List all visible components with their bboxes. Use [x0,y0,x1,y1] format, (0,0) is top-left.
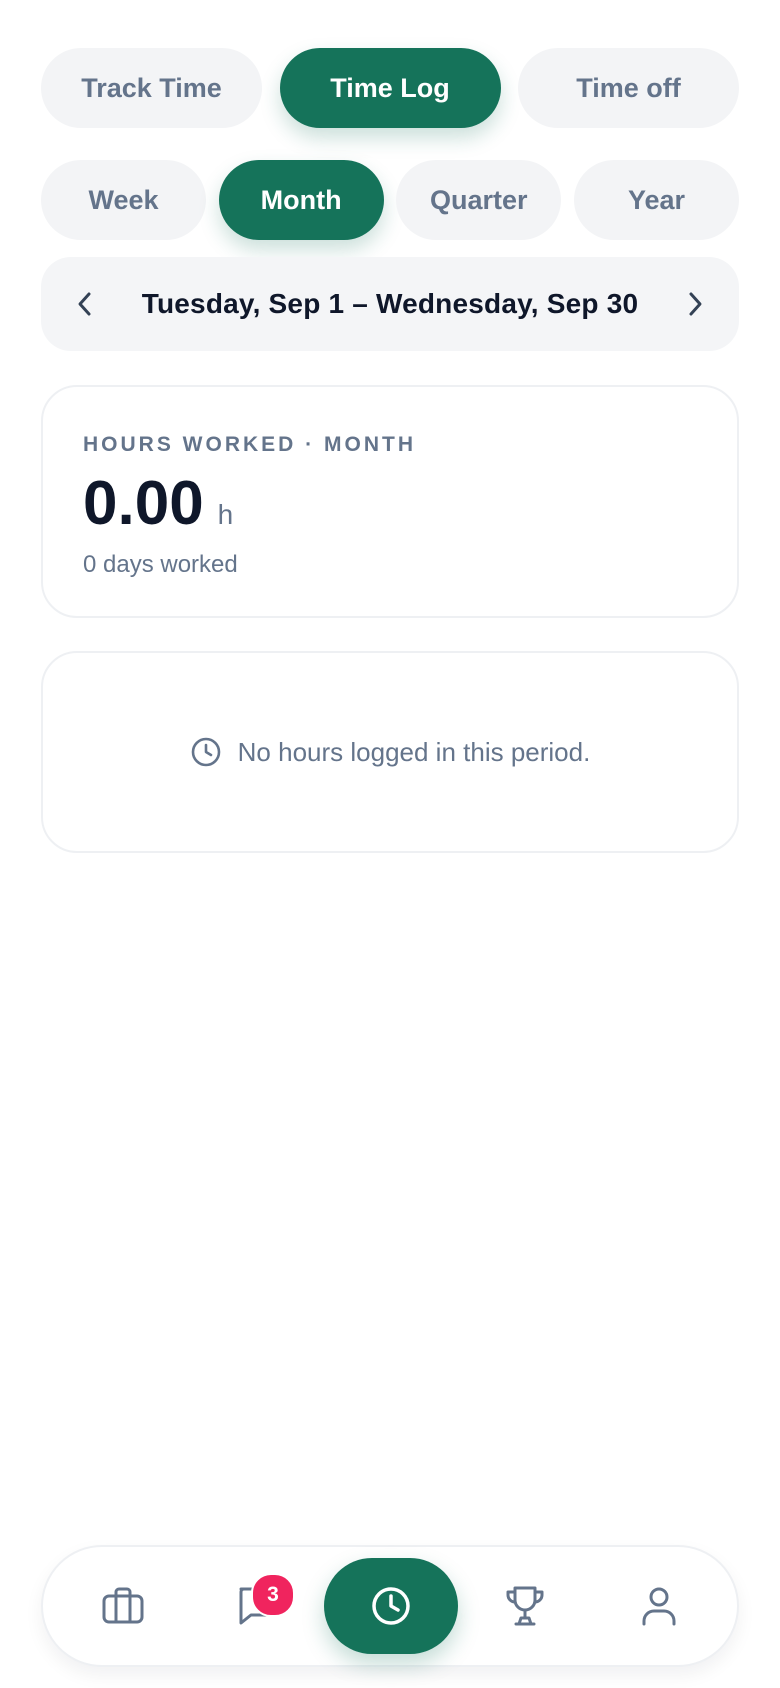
empty-state-text: No hours logged in this period. [237,736,591,767]
days-worked: 0 days worked [83,551,238,578]
tab-year[interactable]: Year [573,160,739,240]
bottom-navigation: 3 [41,1545,739,1667]
trophy-icon [506,1586,544,1626]
nav-item-achievements[interactable] [489,1547,561,1665]
summary-label: HOURS WORKED · MONTH [83,433,416,456]
tab-quarter[interactable]: Quarter [396,160,562,240]
previous-period-button[interactable] [65,284,105,324]
date-range-navigator: Tuesday, Sep 1 – Wednesday, Sep 30 [41,257,739,351]
nav-item-messages[interactable]: 3 [221,1547,295,1665]
chevron-right-icon [689,292,702,316]
empty-state-card: No hours logged in this period. [41,651,739,853]
hours-unit: h [217,499,234,530]
period-tabs: Week Month Quarter Year [41,160,739,240]
messages-badge: 3 [251,1573,295,1617]
nav-item-profile[interactable] [623,1547,695,1665]
next-period-button[interactable] [675,284,715,324]
hours-total: 0.00 h [83,471,737,537]
clock-icon [191,737,220,767]
hours-value: 0.00 [83,469,204,538]
nav-item-time[interactable] [324,1558,458,1654]
briefcase-icon [102,1587,144,1624]
hours-summary-card: HOURS WORKED · MONTH 0.00 h 0 days worke… [41,385,739,618]
messages-icon-wrap: 3 [235,1573,295,1627]
tab-week[interactable]: Week [41,160,206,240]
user-icon [642,1587,676,1626]
clock-icon [372,1587,410,1625]
empty-state: No hours logged in this period. [190,736,591,768]
tab-track-time[interactable]: Track Time [41,48,262,128]
date-range-label: Tuesday, Sep 1 – Wednesday, Sep 30 [141,288,639,319]
tab-month[interactable]: Month [218,160,384,240]
nav-item-jobs[interactable] [87,1547,159,1665]
chevron-left-icon [78,292,91,316]
tab-time-off[interactable]: Time off [518,48,739,128]
view-tabs: Track Time Time Log Time off [41,48,739,128]
tab-time-log[interactable]: Time Log [279,48,501,128]
